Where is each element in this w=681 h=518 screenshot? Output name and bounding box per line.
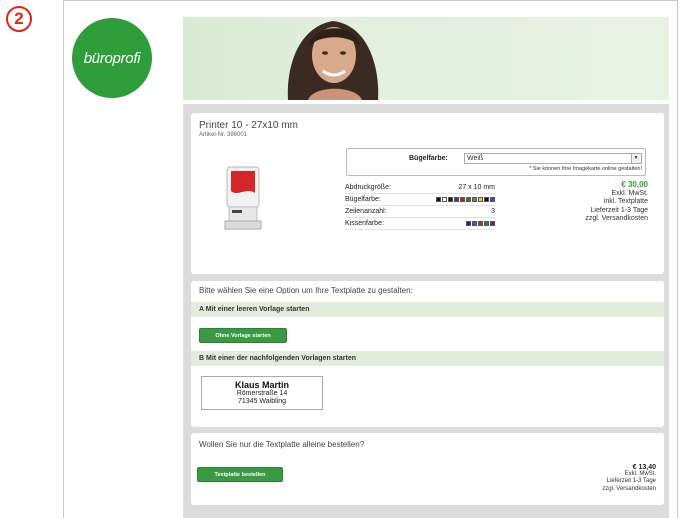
price-tax-note: Exkl. MwSt. <box>611 189 648 197</box>
step-number-badge: 2 <box>6 6 32 32</box>
template-card[interactable]: Klaus Martin Römerstraße 14 71345 Waibli… <box>201 376 323 410</box>
color-swatch[interactable] <box>466 221 471 226</box>
plate-heading: Wollen Sie nur die Textplatte alleine be… <box>199 440 365 449</box>
product-panel: Printer 10 - 27x10 mm Artikel-Nr. 386001… <box>191 113 664 274</box>
product-title: Printer 10 - 27x10 mm <box>199 120 298 131</box>
template-options-panel: Bitte wählen Sie eine Option um Ihre Tex… <box>191 281 664 427</box>
options-heading: Bitte wählen Sie eine Option um Ihre Tex… <box>199 286 413 295</box>
color-swatch[interactable] <box>478 197 483 202</box>
plate-price-block: € 13,40 Exkl. MwSt. Lieferzeit 1-3 Tage … <box>602 464 656 493</box>
spec-label: Abdruckgröße: <box>345 184 391 191</box>
stamp-product-image <box>224 166 262 230</box>
plate-delivery-note: Lieferzeit 1-3 Tage <box>606 478 656 485</box>
color-swatch[interactable] <box>472 197 477 202</box>
color-swatch[interactable] <box>490 197 495 202</box>
color-swatch[interactable] <box>478 221 483 226</box>
plate-tax-note: Exkl. MwSt. <box>624 471 656 478</box>
spec-row-frame-color: Bügelfarbe: <box>345 194 495 206</box>
spec-label: Bügelfarbe: <box>345 196 381 203</box>
frame-color-value: Weiß <box>467 155 484 162</box>
spec-row-size: Abdruckgröße: 27 x 10 mm <box>345 182 495 194</box>
color-swatch[interactable] <box>490 221 495 226</box>
spec-label: Zeilenanzahl: <box>345 208 387 215</box>
color-swatch[interactable] <box>484 197 489 202</box>
price-shipping-note: zzgl. Versandkosten <box>585 215 648 222</box>
woman-portrait-image <box>287 21 379 100</box>
color-swatch[interactable] <box>460 197 465 202</box>
color-swatch[interactable] <box>436 197 441 202</box>
article-number: Artikel-Nr. 386001 <box>199 132 248 138</box>
order-text-plate-button[interactable]: Textplatte bestellen <box>197 467 283 482</box>
spec-label: Kissenfarbe: <box>345 220 384 227</box>
spec-row-lines: Zeilenanzahl: 3 <box>345 206 495 218</box>
frame-color-select-box: Bügelfarbe: Weiß ▼ * Sie können Ihre Ima… <box>346 148 646 176</box>
color-swatch[interactable] <box>472 221 477 226</box>
chevron-down-icon[interactable]: ▼ <box>631 154 640 163</box>
color-swatch[interactable] <box>466 197 471 202</box>
price-delivery-note: Lieferzeit 1-3 Tage <box>590 206 648 214</box>
frame-color-label: Bügelfarbe: <box>409 155 448 162</box>
frame-color-swatches[interactable] <box>436 197 495 203</box>
text-plate-panel: Wollen Sie nur die Textplatte alleine be… <box>191 433 664 505</box>
option-a-bar: A Mit einer leeren Vorlage starten <box>191 302 664 317</box>
plate-price-amount: € 13,40 <box>632 464 656 471</box>
imagecard-note: * Sie können Ihre Imagekarte online gest… <box>529 166 642 172</box>
buroprofi-logo[interactable]: büroprofi <box>72 18 152 98</box>
color-swatch[interactable] <box>454 197 459 202</box>
price-block: € 30,00 Exkl. MwSt. inkl. Textplatte Lie… <box>585 180 648 224</box>
start-without-template-button[interactable]: Ohne Vorlage starten <box>199 328 287 343</box>
color-swatch[interactable] <box>448 197 453 202</box>
price-amount: € 30,00 <box>621 180 648 189</box>
spec-table: Abdruckgröße: 27 x 10 mm Bügelfarbe: Zei… <box>345 182 495 230</box>
template-name: Klaus Martin <box>234 380 289 390</box>
spec-value: 3 <box>491 208 495 215</box>
plate-shipping-note: zzgl. Versandkosten <box>602 485 656 492</box>
color-swatch[interactable] <box>484 221 489 226</box>
frame-color-dropdown[interactable]: Weiß ▼ <box>464 153 642 164</box>
template-street: Römerstraße 14 <box>236 390 288 397</box>
spec-row-pad-color: Kissenfarbe: <box>345 218 495 230</box>
pad-color-swatches[interactable] <box>466 221 495 227</box>
spec-value: 27 x 10 mm <box>458 184 495 191</box>
hero-banner <box>183 17 669 100</box>
template-city: 71345 Waibling <box>238 398 286 405</box>
color-swatch[interactable] <box>442 197 447 202</box>
price-includes-note: inkl. Textplatte <box>603 198 648 205</box>
option-b-bar: B Mit einer der nachfolgenden Vorlagen s… <box>191 351 664 366</box>
